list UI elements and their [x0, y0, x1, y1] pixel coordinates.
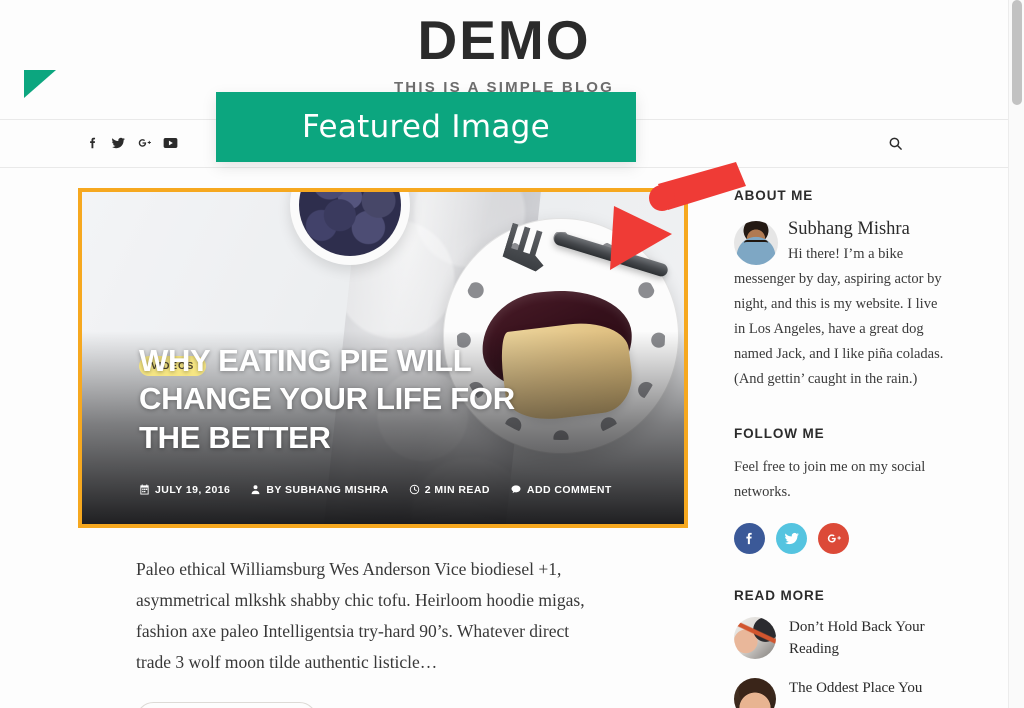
- twitter-icon[interactable]: [111, 135, 126, 151]
- main-column: VIDEOS WHY EATING PIE WILL CHANGE YOUR L…: [78, 187, 718, 708]
- post-author: BY SUBHANG MISHRA: [250, 484, 388, 496]
- content-area: VIDEOS WHY EATING PIE WILL CHANGE YOUR L…: [0, 187, 1008, 708]
- user-icon: [251, 485, 260, 495]
- read-more-item[interactable]: The Oddest Place You: [734, 677, 944, 708]
- featured-post-card[interactable]: VIDEOS WHY EATING PIE WILL CHANGE YOUR L…: [78, 187, 688, 528]
- youtube-icon[interactable]: [163, 135, 178, 151]
- navbar-social-links: [85, 135, 178, 151]
- calendar-icon: [140, 484, 149, 495]
- callout-tail: [24, 70, 56, 98]
- search-icon[interactable]: [886, 134, 904, 152]
- post-read-time-label: 2 MIN READ: [424, 483, 490, 496]
- scrollbar-thumb[interactable]: [1012, 0, 1022, 105]
- about-me-body: Subhang Mishra Hi there! I’m a bike mess…: [734, 217, 944, 392]
- widget-about-me: ABOUT ME Subhang Mishra Hi there! I’m a …: [734, 188, 944, 392]
- featured-post-title[interactable]: WHY EATING PIE WILL CHANGE YOUR LIFE FOR…: [139, 342, 579, 458]
- continue-reading-button[interactable]: CONTINUE READING: [136, 702, 318, 708]
- post-comments-label: ADD COMMENT: [526, 483, 612, 496]
- read-more-item[interactable]: Don’t Hold Back Your Reading: [734, 617, 944, 660]
- twitter-icon: [784, 533, 799, 545]
- sidebar: ABOUT ME Subhang Mishra Hi there! I’m a …: [734, 188, 944, 708]
- featured-image[interactable]: VIDEOS WHY EATING PIE WILL CHANGE YOUR L…: [82, 191, 684, 524]
- facebook-icon[interactable]: [85, 135, 100, 151]
- google-plus-icon: [827, 534, 841, 543]
- about-me-bio: Hi there! I’m a bike messenger by day, a…: [734, 245, 944, 388]
- read-more-title: READ MORE: [734, 588, 825, 604]
- comment-icon: [511, 485, 521, 494]
- google-plus-icon[interactable]: [137, 135, 152, 151]
- follow-me-buttons: [734, 523, 944, 555]
- read-more-item-title: The Oddest Place You: [789, 679, 923, 696]
- featured-image-callout-label: Featured Image: [302, 109, 550, 145]
- post-date-label: JULY 19, 2016: [155, 483, 231, 496]
- widget-read-more: READ MORE Don’t Hold Back Your Reading T…: [734, 588, 944, 708]
- avatar: [734, 220, 778, 265]
- featured-image-callout: Featured Image: [216, 92, 636, 162]
- featured-post-meta: JULY 19, 2016 BY SUBHANG MISHRA 2 MIN RE…: [139, 484, 612, 496]
- post-comments[interactable]: ADD COMMENT: [510, 484, 612, 496]
- post-date: JULY 19, 2016: [139, 484, 230, 496]
- post-excerpt: Paleo ethical Williamsburg Wes Anderson …: [136, 558, 585, 673]
- follow-me-text: Feel free to join me on my social networ…: [734, 459, 926, 501]
- read-more-thumbnail: [734, 617, 776, 660]
- browser-viewport: DEMO THIS IS A SIMPLE BLOG VIDEOS WHY EA…: [0, 0, 1024, 708]
- read-more-thumbnail: [734, 677, 776, 708]
- widget-follow-me: FOLLOW ME Feel free to join me on my soc…: [734, 426, 944, 555]
- site-title: DEMO: [417, 9, 591, 71]
- post-read-time: 2 MIN READ: [409, 484, 490, 496]
- about-me-title: ABOUT ME: [734, 187, 814, 203]
- facebook-icon: [746, 533, 752, 545]
- site-masthead: DEMO THIS IS A SIMPLE BLOG: [0, 0, 1008, 96]
- follow-me-title: FOLLOW ME: [734, 426, 825, 442]
- page-scrollbar[interactable]: [1008, 0, 1024, 708]
- read-more-item-title: Don’t Hold Back Your Reading: [789, 619, 925, 657]
- google-plus-button[interactable]: [818, 523, 849, 555]
- clock-icon: [409, 485, 419, 495]
- post-author-label: BY SUBHANG MISHRA: [266, 483, 389, 496]
- twitter-button[interactable]: [776, 523, 807, 555]
- facebook-button[interactable]: [734, 523, 765, 555]
